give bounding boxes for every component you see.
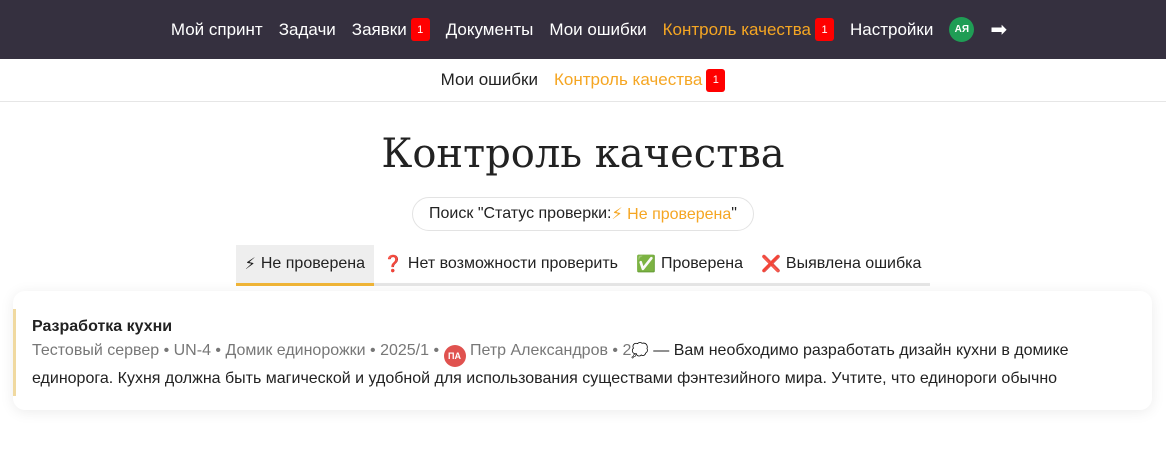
task-code: UN-4	[173, 342, 211, 359]
nav-quality-control-label: Контроль качества	[662, 19, 811, 39]
nav-my-sprint[interactable]: Мой спринт	[171, 20, 263, 40]
nav-requests[interactable]: Заявки 1	[352, 18, 430, 41]
search-filter-value: ⚡ Не проверена	[611, 206, 732, 223]
task-card-content: Разработка кухни Тестовый сервер • UN-4 …	[13, 309, 1134, 396]
task-dash: —	[648, 342, 674, 359]
tab-checked-label: Проверена	[660, 255, 743, 272]
nav-settings[interactable]: Настройки	[850, 20, 933, 40]
quality-control-count-badge: 1	[815, 18, 834, 41]
tab-cannot-check-label: Нет возможности проверить	[407, 255, 619, 272]
nav-requests-label: Заявки	[351, 19, 407, 39]
search-filter-wrap: Поиск "Статус проверки: ⚡ Не проверена "	[0, 197, 1166, 231]
meta-separator: •	[210, 342, 226, 359]
requests-count-badge: 1	[410, 18, 430, 41]
task-meta: Тестовый сервер • UN-4 • Домик единорожк…	[32, 338, 1134, 391]
meta-separator: •	[429, 342, 444, 359]
nav-quality-control[interactable]: Контроль качества 1	[663, 18, 834, 41]
search-filter-pill[interactable]: Поиск "Статус проверки: ⚡ Не проверена "	[412, 197, 754, 231]
page-title: Контроль качества	[381, 131, 785, 177]
check-mark-icon: ✅	[636, 256, 656, 273]
subnav-quality-control[interactable]: Контроль качества 1	[553, 68, 726, 92]
lightning-icon: ⚡	[244, 256, 256, 273]
task-server: Тестовый сервер	[32, 342, 160, 359]
question-icon: ❓	[382, 256, 403, 273]
user-avatar[interactable]: АЯ	[949, 17, 975, 42]
task-title[interactable]: Разработка кухни	[32, 318, 1134, 336]
meta-separator: •	[159, 342, 174, 359]
comment-bubble-icon: 💭	[631, 342, 649, 358]
assignee-avatar: ПА	[443, 345, 466, 367]
subnav-quality-control-label: Контроль качества	[553, 70, 703, 89]
tab-error-found[interactable]: ❌ Выявлена ошибка	[752, 245, 930, 286]
tab-cannot-check[interactable]: ❓ Нет возможности проверить	[374, 245, 627, 286]
logout-arrow-icon[interactable]: ➡	[990, 20, 1007, 40]
task-project: Домик единорожки	[225, 342, 366, 359]
tab-checked[interactable]: ✅ Проверена	[627, 245, 752, 286]
tab-not-checked-label: Не проверена	[260, 255, 365, 272]
task-sprint: 2025/1	[380, 342, 430, 359]
nav-documents[interactable]: Документы	[446, 20, 534, 40]
sub-navbar: Мои ошибки Контроль качества 1	[0, 59, 1166, 102]
subnav-quality-control-badge: 1	[706, 68, 726, 92]
status-tabs-inner: ⚡ Не проверена ❓ Нет возможности провери…	[235, 245, 931, 286]
status-tabs: ⚡ Не проверена ❓ Нет возможности провери…	[0, 245, 1166, 286]
nav-my-errors[interactable]: Мои ошибки	[549, 20, 646, 40]
tab-error-found-label: Выявлена ошибка	[785, 255, 922, 272]
meta-separator: •	[607, 342, 623, 359]
meta-separator: •	[365, 342, 381, 359]
search-filter-prefix: Поиск "Статус проверки:	[429, 205, 612, 222]
nav-tasks[interactable]: Задачи	[279, 20, 336, 40]
cross-mark-icon: ❌	[760, 256, 781, 273]
task-assignee: Петр Александров	[469, 342, 608, 359]
tab-not-checked[interactable]: ⚡ Не проверена	[235, 245, 374, 286]
task-card[interactable]: Разработка кухни Тестовый сервер • UN-4 …	[13, 291, 1152, 410]
search-filter-suffix: "	[731, 205, 737, 222]
subnav-my-errors[interactable]: Мои ошибки	[441, 70, 538, 90]
top-navbar: Мой спринт Задачи Заявки 1 Документы Мои…	[0, 0, 1166, 59]
